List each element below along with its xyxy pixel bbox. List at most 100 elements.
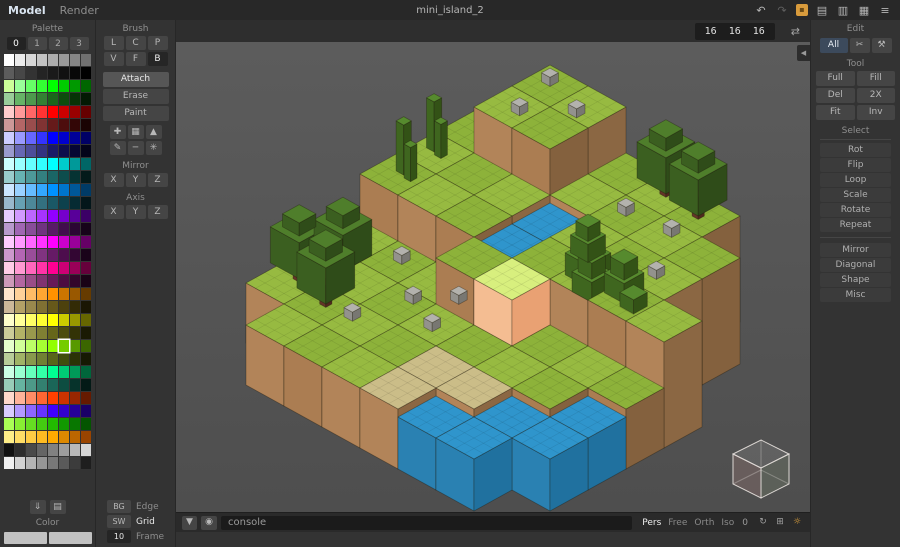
palette-swatch[interactable] [81,106,91,118]
palette-swatch[interactable] [48,327,58,339]
palette-swatch[interactable] [59,106,69,118]
palette-swatch[interactable] [70,145,80,157]
palette-swatch[interactable] [59,431,69,443]
palette-swatch[interactable] [48,275,58,287]
palette-swatch[interactable] [37,80,47,92]
palette-swatch[interactable] [37,249,47,261]
palette-swatch[interactable] [70,184,80,196]
view-mode-pers[interactable]: Pers [642,518,661,528]
redo-icon[interactable]: ↷ [775,3,789,17]
palette-swatch[interactable] [15,379,25,391]
palette-swatch[interactable] [59,288,69,300]
palette-swatch[interactable] [15,340,25,352]
palette-swatch[interactable] [37,405,47,417]
palette-swatch[interactable] [70,223,80,235]
palette-swatch[interactable] [59,132,69,144]
palette-swatch[interactable] [15,67,25,79]
palette-swatch[interactable] [4,288,14,300]
save-palette-icon[interactable]: ⇓ [30,500,46,514]
palette-swatch[interactable] [81,327,91,339]
palette-swatch[interactable] [48,405,58,417]
palette-swatch[interactable] [59,93,69,105]
palette-swatch[interactable] [81,197,91,209]
edit-rotate[interactable]: Rotate [820,203,891,217]
palette-swatch[interactable] [37,184,47,196]
palette-swatch[interactable] [70,262,80,274]
palette-swatch[interactable] [48,54,58,66]
palette-preview-swatch[interactable] [4,532,47,544]
palette-swatch[interactable] [4,405,14,417]
export-icon[interactable]: ▦ [857,3,871,17]
palette-swatch[interactable] [15,197,25,209]
palette-swatch[interactable] [15,418,25,430]
palette-swatch[interactable] [4,106,14,118]
palette-swatch[interactable] [37,132,47,144]
palette-swatch[interactable] [59,366,69,378]
palette-swatch[interactable] [59,171,69,183]
edit-tool-fit[interactable]: Fit [816,105,855,120]
edit-diagonal[interactable]: Diagonal [820,258,891,272]
palette-swatch[interactable] [48,392,58,404]
palette-swatch[interactable] [37,210,47,222]
palette-swatch[interactable] [48,301,58,313]
palette-swatch[interactable] [26,262,36,274]
palette-swatch[interactable] [59,314,69,326]
palette-swatch[interactable] [81,301,91,313]
palette-swatch[interactable] [59,158,69,170]
palette-swatch[interactable] [37,379,47,391]
display-grid-value[interactable]: SW [107,515,131,528]
palette-swatch[interactable] [37,457,47,469]
sun-icon[interactable]: ☼ [790,516,804,530]
palette-swatch[interactable] [37,392,47,404]
palette-swatch[interactable] [70,366,80,378]
palette-swatch[interactable] [37,353,47,365]
palette-swatch[interactable] [4,158,14,170]
palette-swatch[interactable] [26,106,36,118]
palette-swatch[interactable] [15,223,25,235]
palette-swatch[interactable] [26,171,36,183]
palette-swatch[interactable] [81,288,91,300]
palette-swatch[interactable] [15,93,25,105]
palette-swatch[interactable] [37,223,47,235]
palette-swatch[interactable] [26,288,36,300]
palette-swatch[interactable] [81,431,91,443]
palette-swatch[interactable] [26,314,36,326]
palette-swatch[interactable] [59,236,69,248]
palette-swatch[interactable] [37,340,47,352]
region-icon[interactable]: ▦ [128,125,144,139]
palette-swatch[interactable] [81,353,91,365]
palette-swatch[interactable] [4,431,14,443]
palette-swatch[interactable] [26,93,36,105]
palette-swatch[interactable] [4,171,14,183]
palette-tab-2[interactable]: 2 [49,37,68,50]
palette-swatch[interactable] [81,54,91,66]
palette-swatch[interactable] [15,392,25,404]
palette-swatch[interactable] [70,54,80,66]
palette-swatch[interactable] [70,353,80,365]
view-mode-orth[interactable]: Orth [694,518,714,528]
palette-swatch[interactable] [48,353,58,365]
palette-swatch[interactable] [4,145,14,157]
rotate-icon[interactable]: ↻ [756,516,770,530]
brush-shape-v[interactable]: V [104,52,124,66]
palette-swatch[interactable] [59,210,69,222]
palette-swatch[interactable] [26,80,36,92]
palette-swatch[interactable] [70,106,80,118]
palette-swatch[interactable] [37,418,47,430]
palette-swatch[interactable] [4,301,14,313]
palette-swatch[interactable] [26,418,36,430]
palette-swatch[interactable] [4,223,14,235]
mirror-axis-z[interactable]: Z [148,173,168,187]
palette-swatch[interactable] [70,236,80,248]
palette-swatch[interactable] [48,457,58,469]
palette-swatch[interactable] [48,431,58,443]
palette-swatch[interactable] [4,262,14,274]
palette-swatch[interactable] [37,67,47,79]
palette-swatch[interactable] [81,418,91,430]
palette-swatch[interactable] [26,54,36,66]
work-axis-z[interactable]: Z [148,205,168,219]
menu-icon[interactable]: ≡ [878,3,892,17]
palette-swatch[interactable] [26,210,36,222]
line-icon[interactable]: ─ [128,141,144,155]
grid-toggle-icon[interactable]: ⊞ [773,516,787,530]
